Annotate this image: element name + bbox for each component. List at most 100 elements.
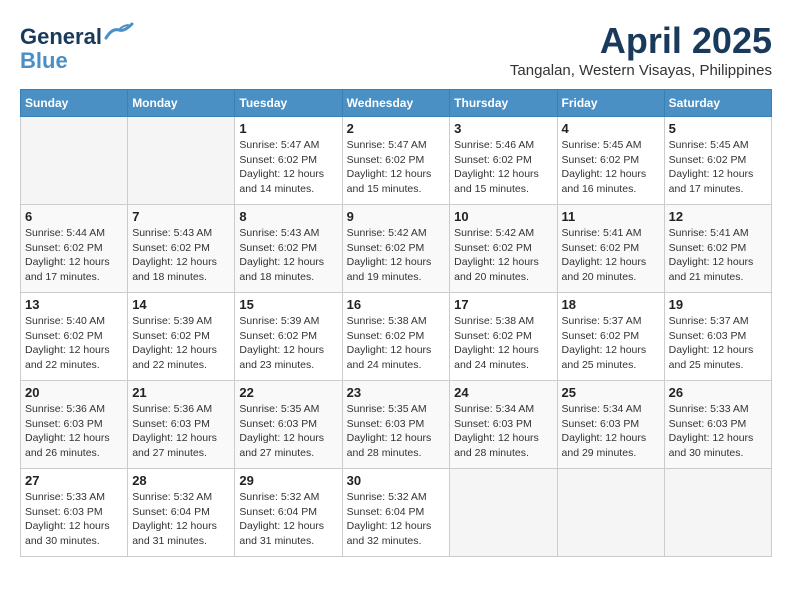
day-info: Sunrise: 5:42 AMSunset: 6:02 PMDaylight:… bbox=[347, 226, 446, 285]
calendar-cell bbox=[128, 117, 235, 205]
calendar-body: 1 Sunrise: 5:47 AMSunset: 6:02 PMDaylight… bbox=[21, 117, 772, 557]
calendar-cell bbox=[21, 117, 128, 205]
day-info: Sunrise: 5:37 AMSunset: 6:02 PMDaylight:… bbox=[562, 314, 660, 373]
day-number: 9 bbox=[347, 209, 446, 224]
calendar-cell bbox=[450, 469, 557, 557]
weekday-header-cell: Wednesday bbox=[342, 90, 450, 117]
day-number: 28 bbox=[132, 473, 230, 488]
calendar-cell bbox=[557, 469, 664, 557]
day-number: 15 bbox=[239, 297, 337, 312]
day-number: 11 bbox=[562, 209, 660, 224]
calendar-week-row: 20 Sunrise: 5:36 AMSunset: 6:03 PMDayligh… bbox=[21, 381, 772, 469]
calendar-cell bbox=[664, 469, 771, 557]
day-info: Sunrise: 5:47 AMSunset: 6:02 PMDaylight:… bbox=[239, 138, 337, 197]
calendar-cell: 29 Sunrise: 5:32 AMSunset: 6:04 PMDayligh… bbox=[235, 469, 342, 557]
day-info: Sunrise: 5:32 AMSunset: 6:04 PMDaylight:… bbox=[132, 490, 230, 549]
calendar-cell: 3 Sunrise: 5:46 AMSunset: 6:02 PMDaylight… bbox=[450, 117, 557, 205]
logo-bird-icon bbox=[104, 20, 134, 44]
day-info: Sunrise: 5:37 AMSunset: 6:03 PMDaylight:… bbox=[669, 314, 767, 373]
calendar-week-row: 1 Sunrise: 5:47 AMSunset: 6:02 PMDaylight… bbox=[21, 117, 772, 205]
calendar-cell: 19 Sunrise: 5:37 AMSunset: 6:03 PMDayligh… bbox=[664, 293, 771, 381]
day-number: 18 bbox=[562, 297, 660, 312]
calendar-cell: 16Sunrise: 5:38 AMSunset: 6:02 PMDayligh… bbox=[342, 293, 450, 381]
day-number: 24 bbox=[454, 385, 552, 400]
calendar-cell: 20 Sunrise: 5:36 AMSunset: 6:03 PMDayligh… bbox=[21, 381, 128, 469]
day-number: 7 bbox=[132, 209, 230, 224]
day-number: 20 bbox=[25, 385, 123, 400]
calendar-cell: 14 Sunrise: 5:39 AMSunset: 6:02 PMDayligh… bbox=[128, 293, 235, 381]
day-info: Sunrise: 5:42 AMSunset: 6:02 PMDaylight:… bbox=[454, 226, 552, 285]
day-info: Sunrise: 5:41 AMSunset: 6:02 PMDaylight:… bbox=[562, 226, 660, 285]
calendar-cell: 6Sunrise: 5:44 AMSunset: 6:02 PMDaylight… bbox=[21, 205, 128, 293]
day-number: 1 bbox=[239, 121, 337, 136]
weekday-header-cell: Friday bbox=[557, 90, 664, 117]
month-title: April 2025 bbox=[510, 20, 772, 62]
calendar-cell: 17 Sunrise: 5:38 AMSunset: 6:02 PMDayligh… bbox=[450, 293, 557, 381]
calendar-cell: 26 Sunrise: 5:33 AMSunset: 6:03 PMDayligh… bbox=[664, 381, 771, 469]
day-info: Sunrise: 5:33 AMSunset: 6:03 PMDaylight:… bbox=[669, 402, 767, 461]
day-info: Sunrise: 5:36 AMSunset: 6:03 PMDaylight:… bbox=[25, 402, 123, 461]
day-info: Sunrise: 5:40 AMSunset: 6:02 PMDaylight:… bbox=[25, 314, 123, 373]
calendar-table: SundayMondayTuesdayWednesdayThursdayFrid… bbox=[20, 89, 772, 557]
calendar-cell: 2Sunrise: 5:47 AMSunset: 6:02 PMDaylight… bbox=[342, 117, 450, 205]
day-info: Sunrise: 5:35 AMSunset: 6:03 PMDaylight:… bbox=[347, 402, 446, 461]
page-header: General Blue April 2025 Tangalan, Wester… bbox=[20, 20, 772, 79]
calendar-cell: 18 Sunrise: 5:37 AMSunset: 6:02 PMDayligh… bbox=[557, 293, 664, 381]
logo: General Blue bbox=[20, 20, 134, 73]
weekday-header-cell: Thursday bbox=[450, 90, 557, 117]
day-number: 27 bbox=[25, 473, 123, 488]
day-info: Sunrise: 5:32 AMSunset: 6:04 PMDaylight:… bbox=[347, 490, 446, 549]
title-block: April 2025 Tangalan, Western Visayas, Ph… bbox=[510, 20, 772, 79]
logo-blue: Blue bbox=[20, 49, 134, 73]
day-info: Sunrise: 5:41 AMSunset: 6:02 PMDaylight:… bbox=[669, 226, 767, 285]
day-info: Sunrise: 5:38 AMSunset: 6:02 PMDaylight:… bbox=[454, 314, 552, 373]
day-info: Sunrise: 5:36 AMSunset: 6:03 PMDaylight:… bbox=[132, 402, 230, 461]
day-info: Sunrise: 5:32 AMSunset: 6:04 PMDaylight:… bbox=[239, 490, 337, 549]
day-info: Sunrise: 5:34 AMSunset: 6:03 PMDaylight:… bbox=[562, 402, 660, 461]
day-number: 22 bbox=[239, 385, 337, 400]
weekday-header-cell: Saturday bbox=[664, 90, 771, 117]
calendar-cell: 5 Sunrise: 5:45 AMSunset: 6:02 PMDaylight… bbox=[664, 117, 771, 205]
logo-text: General bbox=[20, 20, 134, 49]
calendar-cell: 25 Sunrise: 5:34 AMSunset: 6:03 PMDayligh… bbox=[557, 381, 664, 469]
day-number: 19 bbox=[669, 297, 767, 312]
calendar-cell: 30Sunrise: 5:32 AMSunset: 6:04 PMDayligh… bbox=[342, 469, 450, 557]
day-number: 21 bbox=[132, 385, 230, 400]
day-number: 13 bbox=[25, 297, 123, 312]
calendar-week-row: 13 Sunrise: 5:40 AMSunset: 6:02 PMDayligh… bbox=[21, 293, 772, 381]
day-info: Sunrise: 5:39 AMSunset: 6:02 PMDaylight:… bbox=[132, 314, 230, 373]
calendar-cell: 9 Sunrise: 5:42 AMSunset: 6:02 PMDaylight… bbox=[342, 205, 450, 293]
day-number: 6 bbox=[25, 209, 123, 224]
calendar-cell: 8 Sunrise: 5:43 AMSunset: 6:02 PMDaylight… bbox=[235, 205, 342, 293]
calendar-cell: 12 Sunrise: 5:41 AMSunset: 6:02 PMDayligh… bbox=[664, 205, 771, 293]
day-number: 14 bbox=[132, 297, 230, 312]
day-info: Sunrise: 5:34 AMSunset: 6:03 PMDaylight:… bbox=[454, 402, 552, 461]
day-number: 17 bbox=[454, 297, 552, 312]
day-info: Sunrise: 5:45 AMSunset: 6:02 PMDaylight:… bbox=[669, 138, 767, 197]
day-info: Sunrise: 5:46 AMSunset: 6:02 PMDaylight:… bbox=[454, 138, 552, 197]
day-info: Sunrise: 5:43 AMSunset: 6:02 PMDaylight:… bbox=[239, 226, 337, 285]
day-number: 8 bbox=[239, 209, 337, 224]
day-number: 23 bbox=[347, 385, 446, 400]
day-number: 3 bbox=[454, 121, 552, 136]
day-info: Sunrise: 5:35 AMSunset: 6:03 PMDaylight:… bbox=[239, 402, 337, 461]
calendar-week-row: 6Sunrise: 5:44 AMSunset: 6:02 PMDaylight… bbox=[21, 205, 772, 293]
day-info: Sunrise: 5:45 AMSunset: 6:02 PMDaylight:… bbox=[562, 138, 660, 197]
day-info: Sunrise: 5:43 AMSunset: 6:02 PMDaylight:… bbox=[132, 226, 230, 285]
calendar-cell: 24 Sunrise: 5:34 AMSunset: 6:03 PMDayligh… bbox=[450, 381, 557, 469]
day-number: 2 bbox=[347, 121, 446, 136]
location-title: Tangalan, Western Visayas, Philippines bbox=[510, 62, 772, 79]
day-number: 25 bbox=[562, 385, 660, 400]
day-number: 29 bbox=[239, 473, 337, 488]
day-number: 26 bbox=[669, 385, 767, 400]
day-number: 12 bbox=[669, 209, 767, 224]
calendar-cell: 23 Sunrise: 5:35 AMSunset: 6:03 PMDayligh… bbox=[342, 381, 450, 469]
day-number: 5 bbox=[669, 121, 767, 136]
calendar-cell: 1 Sunrise: 5:47 AMSunset: 6:02 PMDaylight… bbox=[235, 117, 342, 205]
weekday-header-row: SundayMondayTuesdayWednesdayThursdayFrid… bbox=[21, 90, 772, 117]
calendar-cell: 13 Sunrise: 5:40 AMSunset: 6:02 PMDayligh… bbox=[21, 293, 128, 381]
calendar-cell: 28 Sunrise: 5:32 AMSunset: 6:04 PMDayligh… bbox=[128, 469, 235, 557]
day-info: Sunrise: 5:33 AMSunset: 6:03 PMDaylight:… bbox=[25, 490, 123, 549]
day-number: 10 bbox=[454, 209, 552, 224]
calendar-cell: 7 Sunrise: 5:43 AMSunset: 6:02 PMDaylight… bbox=[128, 205, 235, 293]
